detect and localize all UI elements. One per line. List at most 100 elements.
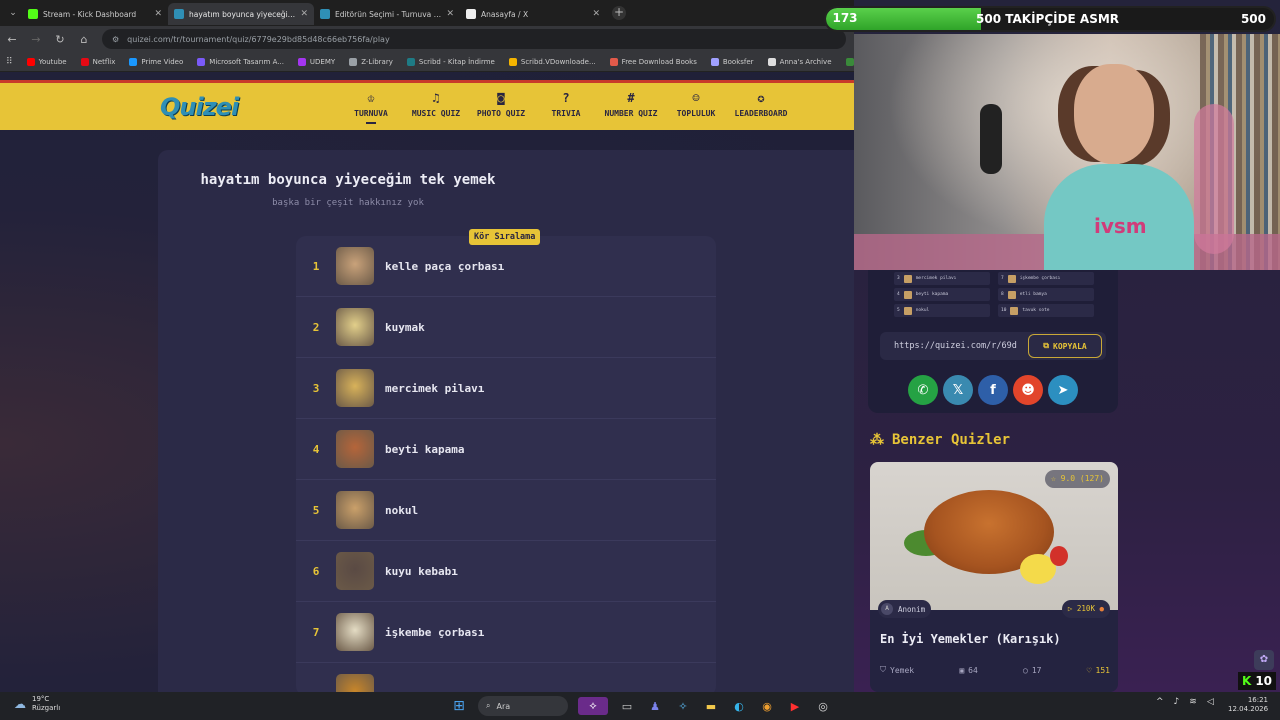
edge-icon[interactable]: ◐: [730, 697, 748, 715]
hash-icon: #: [627, 91, 635, 105]
bookmark-item[interactable]: Netflix: [80, 57, 115, 66]
mini-name: tavuk sote: [1022, 308, 1050, 313]
bookmark-item[interactable]: Booksfer: [710, 57, 754, 66]
bookmark-label: Scribd - Kitap İndirme: [418, 57, 495, 66]
quiz-title: hayatım boyunca yiyeceğim tek yemek: [200, 172, 496, 188]
weather-widget[interactable]: ☁ 19°C Rüzgarlı: [14, 695, 60, 713]
telegram-icon[interactable]: ➤: [1048, 375, 1078, 405]
windows-taskbar: ☁ 19°C Rüzgarlı ⊞ ⌕ Ara ⟡ ▭ ♟ ✧ ▬ ◐ ◉ ▶ …: [0, 692, 1280, 720]
kick-icon: K: [1242, 674, 1252, 688]
list-item[interactable]: 3 mercimek pilavı: [296, 358, 716, 419]
apps-icon[interactable]: ⠿: [6, 57, 13, 67]
bookmark-item[interactable]: Anna's Archive: [767, 57, 832, 66]
fire-icon: ●: [1099, 604, 1104, 613]
facebook-icon[interactable]: f: [978, 375, 1008, 405]
home-icon[interactable]: ⌂: [78, 33, 90, 46]
mini-result-cell: 3 mercimek pilavı: [894, 272, 990, 285]
list-item[interactable]: 6 kuyu kebabı: [296, 541, 716, 602]
bookmark-item[interactable]: El-Ki: [845, 57, 854, 66]
file-explorer-icon[interactable]: ▬: [702, 697, 720, 715]
rank-number: 2: [312, 320, 320, 334]
bookmarks-bar: ⠿ Youtube Netflix Prime Video Microsoft Tas…: [0, 52, 854, 72]
site-header: Quizei ♔ TURNUVA ♫ MUSIC QUIZ ◙ PHOTO QUIZ? TR…: [0, 80, 854, 130]
bookmark-item[interactable]: Microsoft Tasarım A...: [197, 57, 284, 66]
nav-label: PHOTO QUIZ: [476, 109, 526, 118]
bookmark-item[interactable]: Prime Video: [129, 57, 183, 66]
forward-icon[interactable]: →: [30, 33, 42, 46]
nav-label: NUMBER QUIZ: [604, 109, 658, 118]
tab-search-icon[interactable]: ⌄: [4, 8, 22, 18]
clock-date: 12.04.2026: [1228, 705, 1269, 713]
likes-count: 151: [1095, 665, 1110, 675]
reload-icon[interactable]: ↻: [54, 33, 66, 46]
tray-chevron-icon[interactable]: ^: [1156, 697, 1164, 707]
tab-title: hayatım boyunca yiyeceğim tek...: [189, 9, 295, 19]
camera-icon: ◙: [497, 91, 505, 105]
bookmark-favicon-icon: [508, 57, 517, 66]
settings-icon[interactable]: ✿: [1254, 650, 1274, 670]
mini-name: nokul: [915, 308, 930, 313]
food-name: kuyu kebabı: [385, 564, 458, 578]
stream-overlay-panel: ivsm 3 mercimek pilavı 7 işkembe çorbası 4 be…: [854, 0, 1280, 692]
system-clock[interactable]: 16:21 12.04.2026: [1228, 696, 1268, 714]
food-thumbnail: [336, 613, 374, 651]
bookmark-label: Booksfer: [722, 57, 754, 66]
browser-tab[interactable]: hayatım boyunca yiyeceğim tek... ✕: [168, 3, 314, 25]
heart-icon[interactable]: ♡: [1087, 666, 1092, 675]
wifi-icon[interactable]: ≋: [1189, 697, 1197, 707]
bookmark-item[interactable]: Z-Library: [349, 57, 393, 66]
site-logo[interactable]: Quizei: [160, 93, 239, 121]
microphone-tray-icon[interactable]: ♪: [1174, 697, 1180, 707]
copilot-icon[interactable]: ⟡: [578, 697, 608, 715]
nav-leaderboard[interactable]: ✪ LEADERBOARD: [721, 91, 801, 118]
x-icon[interactable]: 𝕏: [943, 375, 973, 405]
obs-icon[interactable]: ◎: [814, 697, 832, 715]
bookmark-item[interactable]: UDEMY: [297, 57, 335, 66]
bookmark-item[interactable]: Free Download Books: [609, 57, 697, 66]
author-chip[interactable]: A Anonim: [878, 600, 932, 618]
close-tab-icon[interactable]: ✕: [300, 9, 308, 19]
mini-rank: 8: [1001, 292, 1004, 297]
shirt-text: ivsm: [1094, 214, 1147, 238]
reddit-icon[interactable]: ☻: [1013, 375, 1043, 405]
browser-tab[interactable]: Stream - Kick Dashboard ✕: [22, 3, 168, 25]
search-icon: ⌕: [486, 701, 491, 710]
bookmark-item[interactable]: Scribd - Kitap İndirme: [406, 57, 495, 66]
tab-favicon-icon: [28, 9, 38, 19]
similar-quiz-title[interactable]: En İyi Yemekler (Karışık): [880, 632, 1061, 646]
list-item[interactable]: 7 işkembe çorbası: [296, 602, 716, 663]
close-tab-icon[interactable]: ✕: [446, 9, 454, 19]
copy-button[interactable]: ⧉ KOPYALA: [1028, 334, 1102, 358]
windows-start-icon[interactable]: ⊞: [450, 697, 468, 715]
youtube-icon[interactable]: ▶: [786, 697, 804, 715]
back-icon[interactable]: ←: [6, 33, 18, 46]
list-item[interactable]: 1 kelle paça çorbası: [296, 236, 716, 297]
list-item[interactable]: [296, 663, 716, 692]
browser-tab[interactable]: Anasayfa / X ✕: [460, 3, 606, 25]
new-tab-button[interactable]: +: [612, 6, 626, 20]
kick-count: 10: [1255, 674, 1273, 688]
goal-current: 173: [832, 11, 858, 25]
copilot-app-icon[interactable]: ✧: [674, 697, 692, 715]
bookmark-item[interactable]: Scribd.VDownloade...: [508, 57, 596, 66]
bookmark-favicon-icon: [609, 57, 618, 66]
volume-icon[interactable]: ◁: [1207, 697, 1214, 707]
browser-tab[interactable]: Editörün Seçimi - Turnuva - Qu... ✕: [314, 3, 460, 25]
list-item[interactable]: 5 nokul: [296, 480, 716, 541]
nav-label: TRIVIA: [551, 109, 581, 118]
nav-label: MUSIC QUIZ: [411, 109, 461, 118]
similar-quiz-card[interactable]: ☆ 9.0 (127) A Anonim ▷ 210K ● En İyi Yem…: [870, 462, 1118, 692]
address-bar[interactable]: ⚙ quizei.com/tr/tournament/quiz/6779e29b…: [102, 29, 846, 49]
list-item[interactable]: 2 kuymak: [296, 297, 716, 358]
mini-rank: 10: [1001, 308, 1007, 313]
close-tab-icon[interactable]: ✕: [154, 9, 162, 19]
close-tab-icon[interactable]: ✕: [592, 9, 600, 19]
bookmark-item[interactable]: Youtube: [26, 57, 67, 66]
teams-icon[interactable]: ♟: [646, 697, 664, 715]
list-item[interactable]: 4 beyti kapama: [296, 419, 716, 480]
site-info-icon[interactable]: ⚙: [112, 35, 119, 44]
task-view-icon[interactable]: ▭: [618, 697, 636, 715]
chrome-icon[interactable]: ◉: [758, 697, 776, 715]
taskbar-search[interactable]: ⌕ Ara: [478, 696, 568, 716]
whatsapp-icon[interactable]: ✆: [908, 375, 938, 405]
